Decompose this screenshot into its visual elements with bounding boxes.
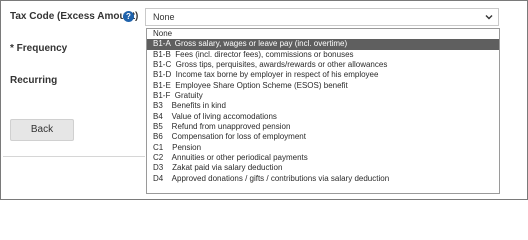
tax-code-options-list[interactable]: None B1-A Gross salary, wages or leave pa… <box>146 28 500 194</box>
dropdown-option[interactable]: D3 Zakat paid via salary deduction <box>147 163 499 173</box>
dropdown-option[interactable]: B4 Value of living accomodations <box>147 112 499 122</box>
tax-code-select-value: None <box>153 12 175 22</box>
help-icon[interactable]: ? <box>123 11 134 22</box>
dropdown-option[interactable]: C1 Pension <box>147 143 499 153</box>
dropdown-option[interactable]: B1-C Gross tips, perquisites, awards/rew… <box>147 60 499 70</box>
dropdown-option[interactable]: B6 Compensation for loss of employment <box>147 132 499 142</box>
recurring-label: Recurring <box>10 75 58 86</box>
chevron-down-icon <box>485 15 493 20</box>
dropdown-option[interactable]: B5 Refund from unapproved pension <box>147 122 499 132</box>
dropdown-option[interactable]: B1-B Fees (incl. director fees), commiss… <box>147 50 499 60</box>
dropdown-option[interactable]: D4 Approved donations / gifts / contribu… <box>147 174 499 184</box>
dropdown-option[interactable]: C2 Annuities or other periodical payment… <box>147 153 499 163</box>
dropdown-option[interactable]: B1-E Employee Share Option Scheme (ESOS)… <box>147 81 499 91</box>
tax-code-label: Tax Code (Excess Amount) <box>10 11 139 22</box>
frequency-label: * Frequency <box>10 43 68 54</box>
dropdown-option[interactable]: B3 Benefits in kind <box>147 101 499 111</box>
form-divider <box>3 156 145 157</box>
dropdown-option[interactable]: B1-A Gross salary, wages or leave pay (i… <box>147 39 499 50</box>
dropdown-option[interactable]: None <box>147 29 499 39</box>
tax-code-select[interactable]: None <box>145 8 499 26</box>
dropdown-option[interactable]: B1-D Income tax borne by employer in res… <box>147 70 499 80</box>
dropdown-option[interactable]: B1-F Gratuity <box>147 91 499 101</box>
back-button[interactable]: Back <box>10 119 74 141</box>
